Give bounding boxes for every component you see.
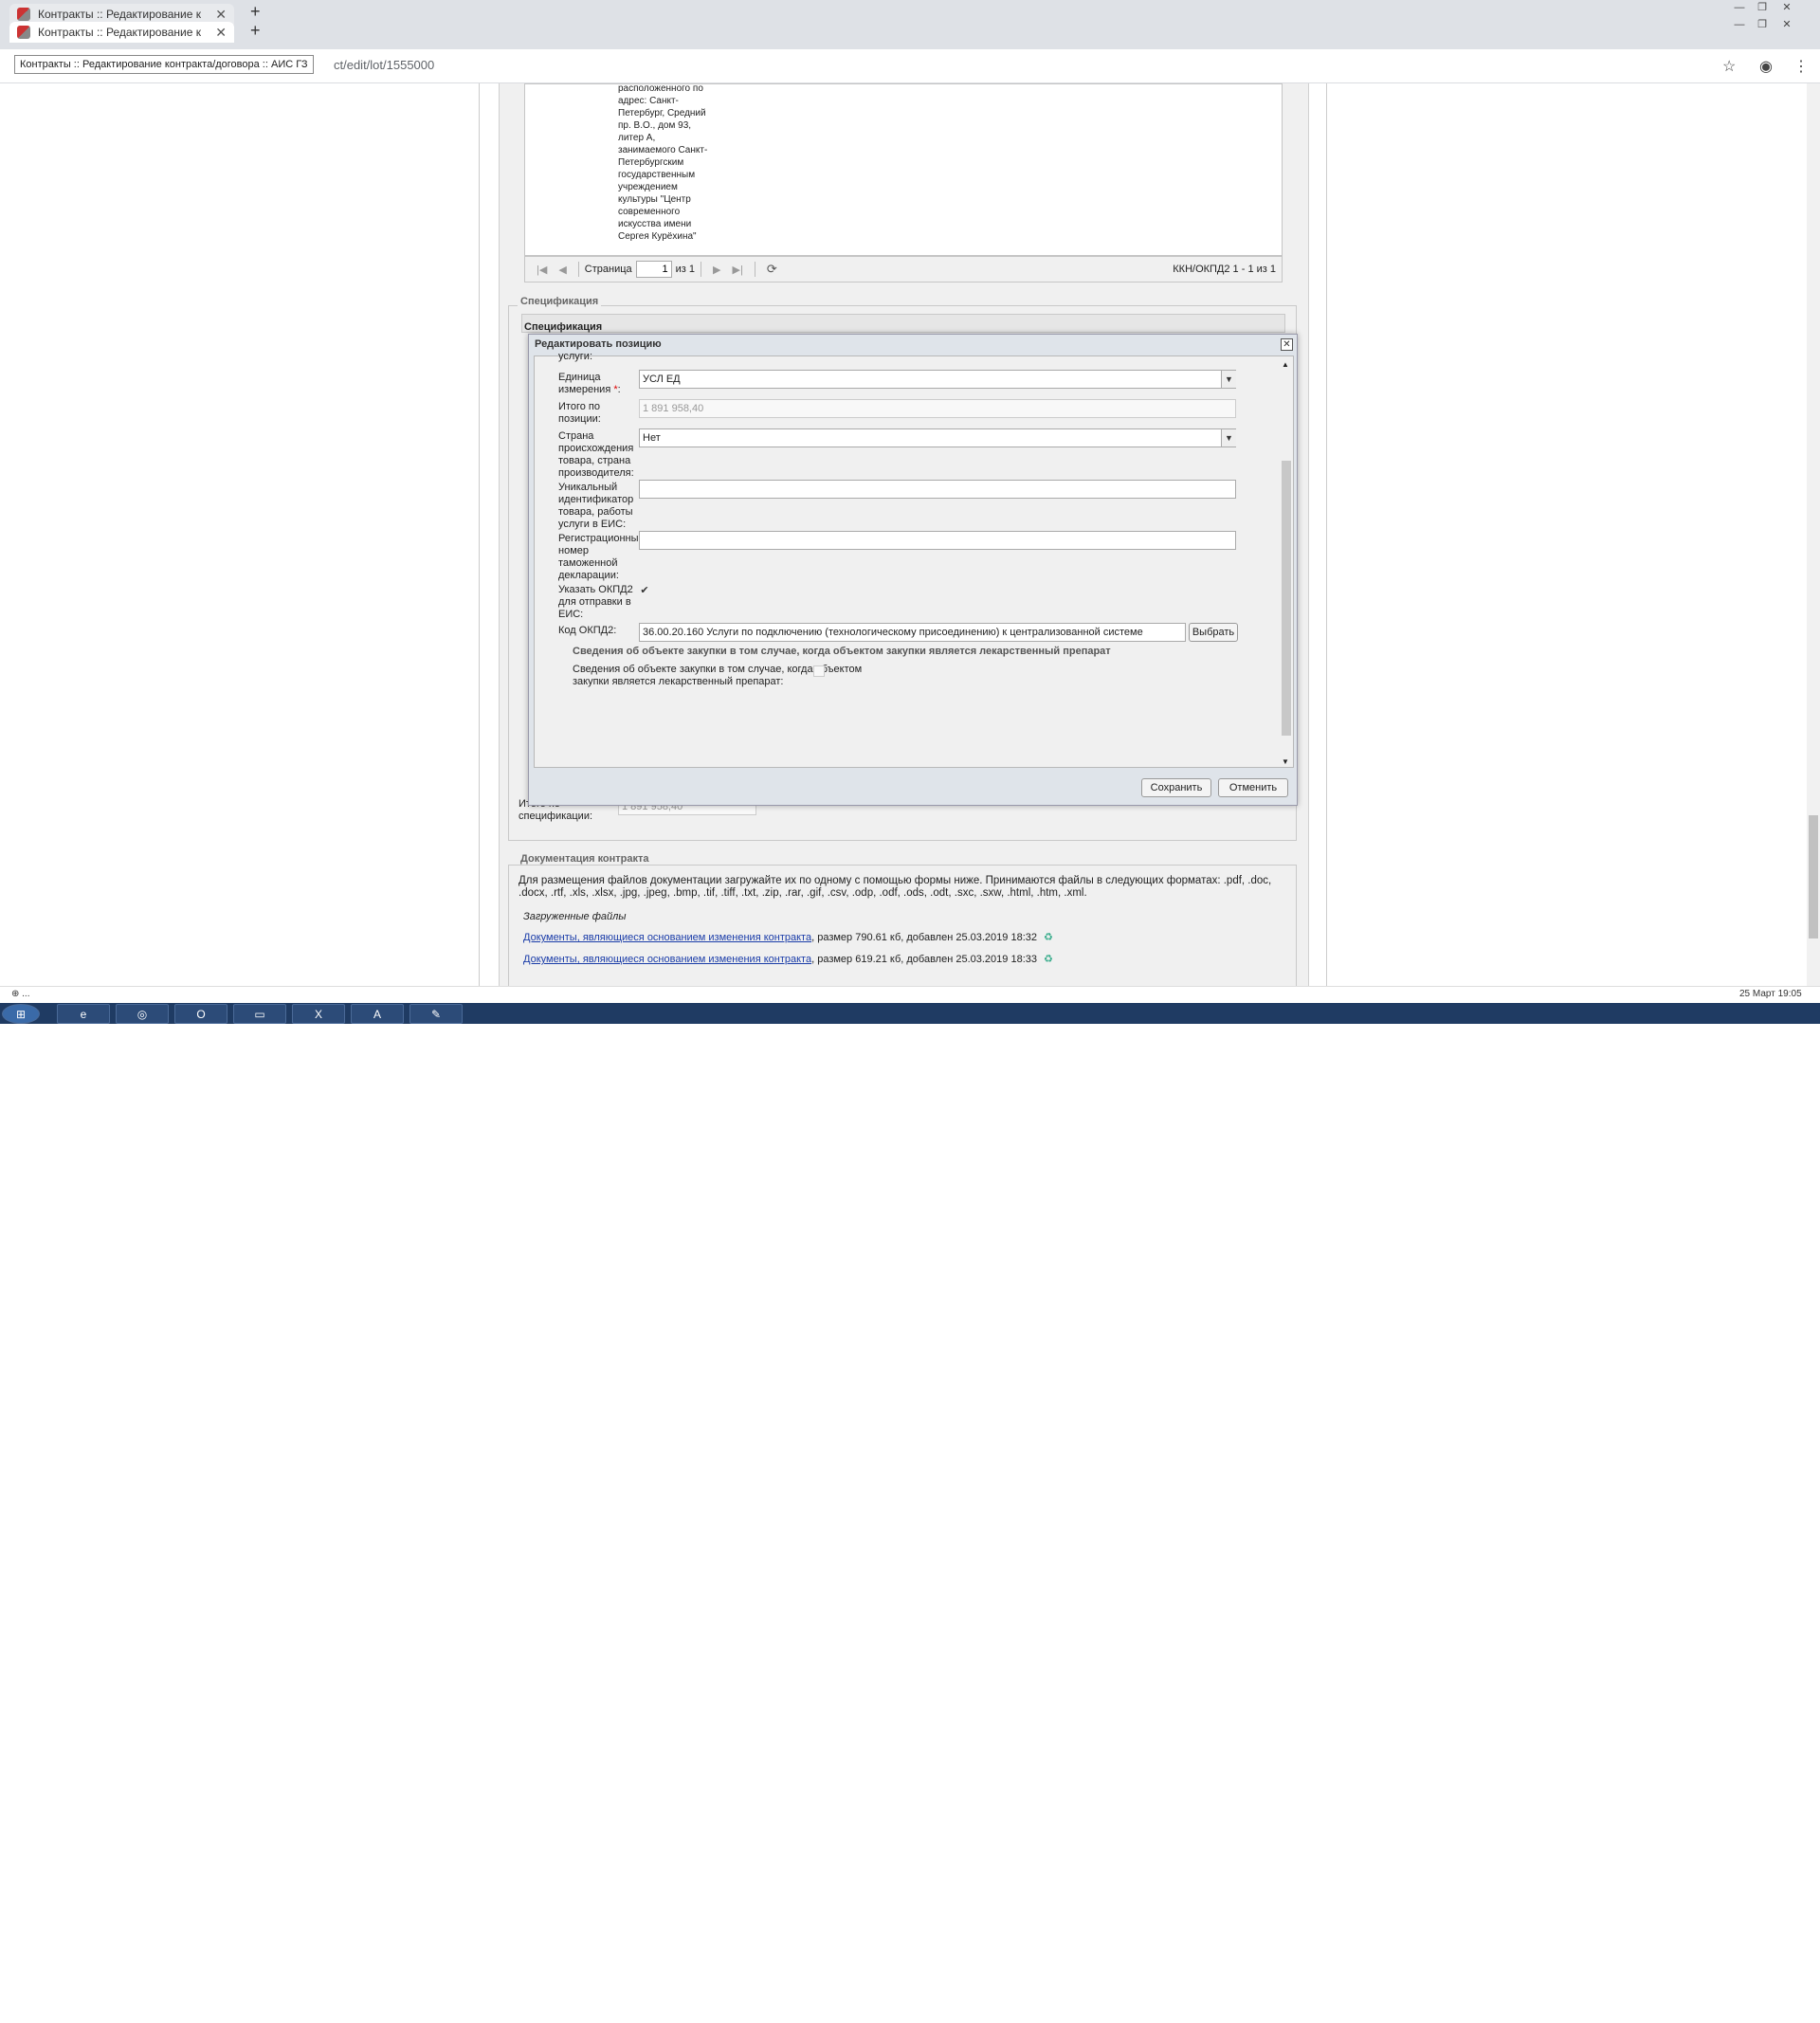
okpd-input[interactable]: 36.00.20.160 Услуги по подключению (техн… xyxy=(639,623,1186,642)
excel-icon[interactable]: X xyxy=(292,1004,345,1024)
last-page-icon[interactable]: ▶| xyxy=(733,264,743,276)
next-page-icon[interactable]: ▶ xyxy=(713,264,720,276)
ie-icon[interactable]: e xyxy=(57,1004,110,1024)
chevron-down-icon[interactable]: ▼ xyxy=(1221,429,1236,447)
okpd-grid: расположенного по адрес: Санкт-Петербург… xyxy=(524,83,1283,256)
start-icon[interactable]: ⊞ xyxy=(2,1004,40,1024)
cancel-button[interactable]: Отменить xyxy=(1218,778,1288,797)
tab-tooltip: Контракты :: Редактирование контракта/до… xyxy=(14,55,314,74)
prev-page-icon[interactable]: ◀ xyxy=(558,264,566,276)
outlook-icon[interactable]: O xyxy=(174,1004,228,1024)
file-meta: , размер 790.61 кб, добавлен 25.03.2019 … xyxy=(811,932,1037,943)
tray-clock[interactable]: 19:05 xyxy=(1758,2013,1782,2023)
docs-instructions: Для размещения файлов документации загру… xyxy=(519,875,1272,899)
file-link[interactable]: Документы, являющиеся основанием изменен… xyxy=(523,932,811,943)
close-icon[interactable]: ✕ xyxy=(215,7,227,23)
restore-icon[interactable]: ❐ xyxy=(1754,19,1771,30)
position-total-field: 1 891 958,40 xyxy=(639,399,1236,418)
address-cell: расположенного по адрес: Санкт-Петербург… xyxy=(618,83,708,242)
pager-summary: ККН/ОКПД2 1 - 1 из 1 xyxy=(1173,264,1276,275)
os-taskbar: ⊞ e ◎ O ▭ X A ✎ RU 19:05 xyxy=(0,1003,1820,2023)
chrome-icon[interactable]: ◎ xyxy=(116,1004,169,1024)
spec-grid-header: Спецификация xyxy=(521,314,1285,333)
close-icon[interactable]: ✕ xyxy=(215,25,227,41)
browser-tabstrip: Контракты :: Редактирование к ✕ + Контра… xyxy=(0,0,1820,49)
language-indicator[interactable]: RU xyxy=(1545,2013,1558,2023)
dialog-body: услуги: Единица измерения *: УСЛ ЕД ▼ Ит… xyxy=(534,351,1294,768)
url-field[interactable]: ct/edit/lot/1555000 xyxy=(334,58,434,72)
close-icon[interactable]: ✕ xyxy=(1281,338,1293,351)
uploaded-file-2: Документы, являющиеся основанием изменен… xyxy=(523,954,1053,966)
page-number-input[interactable] xyxy=(635,261,672,278)
docs-fieldset-title: Документация контракта xyxy=(518,853,652,865)
minimize-icon[interactable]: — xyxy=(1731,19,1748,30)
choose-okpd-button[interactable]: Выбрать xyxy=(1189,623,1238,642)
delete-file-icon[interactable]: ♻ xyxy=(1044,954,1053,965)
site-favicon-icon xyxy=(17,26,30,39)
status-bar: ⊕ ... 25 Март 19:05 xyxy=(0,986,1820,1003)
customs-input[interactable] xyxy=(639,531,1236,550)
page-scrollbar-thumb[interactable] xyxy=(1809,815,1818,939)
status-left: ⊕ ... xyxy=(11,989,30,999)
file-link[interactable]: Документы, являющиеся основанием изменен… xyxy=(523,954,811,965)
uid-label: Уникальный идентификатор товара, работы … xyxy=(558,482,634,530)
grid-pager: |◀ ◀ Страница из 1 ▶ ▶| ⟳ ККН/ОКПД2 1 - … xyxy=(524,256,1283,282)
edit-position-dialog: Редактировать позицию ✕ услуги: Единица … xyxy=(528,334,1298,806)
close-window-icon[interactable]: ✕ xyxy=(1778,19,1795,30)
cut-label: услуги: xyxy=(558,351,593,362)
new-tab-button[interactable]: + xyxy=(250,21,261,41)
unit-label: Единица измерения *: xyxy=(558,372,621,395)
country-label: Страна происхождения товара, страна прои… xyxy=(558,430,634,479)
position-total-label: Итого по позиции: xyxy=(558,401,601,425)
dialog-footer: Сохранить Отменить xyxy=(529,771,1297,805)
status-datetime: 25 Март 19:05 xyxy=(1739,989,1802,999)
first-page-icon[interactable]: |◀ xyxy=(537,264,547,276)
file-meta: , размер 619.21 кб, добавлен 25.03.2019 … xyxy=(811,954,1037,965)
dialog-scrollbar-thumb[interactable] xyxy=(1282,461,1291,736)
pdf-icon[interactable]: A xyxy=(351,1004,404,1024)
scroll-down-icon[interactable]: ▼ xyxy=(1282,756,1289,768)
close-window-icon[interactable]: ✕ xyxy=(1778,2,1795,13)
new-tab-button[interactable]: + xyxy=(250,2,261,22)
folder-icon[interactable]: ▭ xyxy=(233,1004,286,1024)
customs-label: Регистрационный номер таможенной деклара… xyxy=(558,533,645,581)
bookmark-star-icon[interactable]: ☆ xyxy=(1722,57,1736,76)
page-count: из 1 xyxy=(675,264,696,275)
okpd-label: Код ОКПД2: xyxy=(558,625,617,636)
paint-icon[interactable]: ✎ xyxy=(410,1004,463,1024)
restore-icon[interactable]: ❐ xyxy=(1754,2,1771,13)
spec-fieldset-title: Спецификация xyxy=(518,296,602,307)
delete-file-icon[interactable]: ♻ xyxy=(1044,932,1053,943)
page-label: Страница xyxy=(584,264,632,275)
scroll-up-icon[interactable]: ▲ xyxy=(1282,358,1289,371)
save-button[interactable]: Сохранить xyxy=(1141,778,1211,797)
uploaded-files-title: Загруженные файлы xyxy=(523,911,627,922)
okpd-check-label: Указать ОКПД2 для отправки в ЕИС: xyxy=(558,584,633,620)
account-icon[interactable]: ◉ xyxy=(1759,57,1773,76)
menu-kebab-icon[interactable]: ⋮ xyxy=(1793,57,1809,76)
country-select[interactable]: Нет xyxy=(639,428,1236,447)
tab-title: Контракты :: Редактирование к xyxy=(38,8,201,21)
drug-section-title: Сведения об объекте закупки в том случае… xyxy=(573,646,1111,657)
chevron-down-icon[interactable]: ▼ xyxy=(1221,371,1236,388)
browser-tab-2[interactable]: Контракты :: Редактирование к ✕ xyxy=(9,22,234,43)
site-favicon-icon xyxy=(17,8,30,21)
refresh-icon[interactable]: ⟳ xyxy=(767,262,777,277)
okpd-checkbox[interactable]: ✔ xyxy=(639,585,650,596)
uid-input[interactable] xyxy=(639,480,1236,499)
uploaded-file-1: Документы, являющиеся основанием изменен… xyxy=(523,932,1053,944)
dialog-title: Редактировать позицию xyxy=(535,338,662,350)
drug-checkbox[interactable] xyxy=(813,665,825,677)
minimize-icon[interactable]: — xyxy=(1731,2,1748,13)
tab-title: Контракты :: Редактирование к xyxy=(38,26,201,39)
unit-select[interactable]: УСЛ ЕД xyxy=(639,370,1236,389)
